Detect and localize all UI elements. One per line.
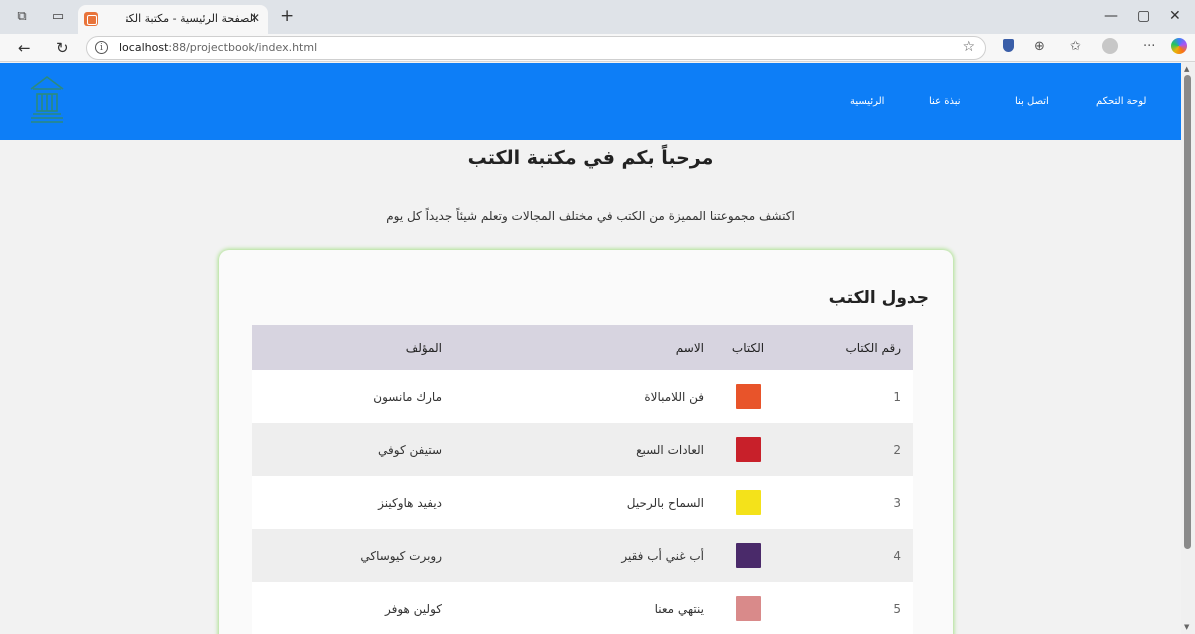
scrollbar-thumb[interactable] bbox=[1184, 75, 1191, 549]
browser-tab[interactable]: الصفحة الرئيسية - مكتبة الكتب ✕ bbox=[78, 5, 268, 34]
header-book: الكتاب bbox=[731, 340, 765, 355]
header-book-number: رقم الكتاب bbox=[845, 340, 901, 355]
table-body: 1 فن اللامبالاة مارك مانسون 2 العادات السبع س… bbox=[252, 370, 913, 634]
book-cover-cell bbox=[718, 476, 778, 529]
tab-actions-icon[interactable]: ▭ bbox=[50, 9, 66, 25]
copilot-icon[interactable] bbox=[1171, 38, 1187, 54]
book-cover-image[interactable] bbox=[735, 490, 761, 515]
header-author: المؤلف bbox=[405, 340, 442, 355]
book-cover-cell bbox=[718, 582, 778, 634]
book-author-cell: روبرت كيوساكي bbox=[360, 548, 442, 563]
page-viewport: لوحة التحكم اتصل بنا نبذة عنا الرئيسية م… bbox=[0, 63, 1181, 634]
book-name-cell: فن اللامبالاة bbox=[644, 389, 704, 404]
profile-avatar[interactable] bbox=[1102, 38, 1118, 54]
library-logo-icon[interactable] bbox=[28, 73, 66, 127]
table-title: جدول الكتب bbox=[828, 288, 929, 308]
book-cover-cell bbox=[718, 529, 778, 582]
book-number-cell: 4 bbox=[893, 548, 901, 563]
favorites-list-icon[interactable]: ✩ bbox=[1070, 39, 1081, 54]
book-author-cell: مارك مانسون bbox=[373, 389, 442, 404]
tab-title: الصفحة الرئيسية - مكتبة الكتب bbox=[126, 12, 256, 25]
book-number-cell: 3 bbox=[893, 495, 901, 510]
book-number-cell: 2 bbox=[893, 442, 901, 457]
refresh-icon[interactable]: ↻ bbox=[56, 39, 69, 57]
close-tab-icon[interactable]: ✕ bbox=[250, 11, 260, 25]
table-header-row: رقم الكتاب الكتاب الاسم المؤلف bbox=[252, 325, 913, 370]
nav-link-dashboard[interactable]: لوحة التحكم bbox=[1096, 96, 1146, 107]
restore-icon[interactable]: ▢ bbox=[1137, 8, 1150, 24]
nav-link-home[interactable]: الرئيسية bbox=[850, 96, 884, 107]
table-row: 2 العادات السبع ستيفن كوفي bbox=[252, 423, 913, 476]
book-cover-image[interactable] bbox=[735, 543, 761, 568]
shield-icon[interactable] bbox=[1003, 39, 1014, 52]
book-author-cell: ديفيد هاوكينز bbox=[378, 495, 442, 510]
scroll-up-icon[interactable]: ▲ bbox=[1184, 65, 1189, 73]
site-navbar: لوحة التحكم اتصل بنا نبذة عنا الرئيسية bbox=[0, 63, 1181, 140]
site-info-icon[interactable]: i bbox=[95, 41, 108, 54]
book-number-cell: 5 bbox=[893, 601, 901, 616]
table-row: 1 فن اللامبالاة مارك مانسون bbox=[252, 370, 913, 423]
scroll-down-icon[interactable]: ▼ bbox=[1184, 623, 1189, 631]
header-name: الاسم bbox=[675, 340, 704, 355]
books-table: رقم الكتاب الكتاب الاسم المؤلف 1 فن اللام… bbox=[252, 325, 913, 634]
extensions-icon[interactable]: ⊕ bbox=[1034, 39, 1045, 54]
table-row: 4 أب غني أب فقير روبرت كيوساكي bbox=[252, 529, 913, 582]
book-name-cell: السماح بالرحيل bbox=[626, 495, 704, 510]
favicon-icon bbox=[84, 12, 98, 26]
book-author-cell: كولين هوفر bbox=[384, 601, 442, 616]
book-cover-cell bbox=[718, 370, 778, 423]
book-author-cell: ستيفن كوفي bbox=[378, 442, 442, 457]
browser-address-row: ← ↻ i localhost:88/projectbook/index.htm… bbox=[0, 34, 1195, 62]
minimize-icon[interactable]: — bbox=[1104, 8, 1118, 24]
page-subtitle: اكتشف مجموعتنا المميزة من الكتب في مختلف… bbox=[386, 209, 795, 223]
url-text[interactable]: localhost:88/projectbook/index.html bbox=[119, 41, 317, 54]
new-tab-icon[interactable]: + bbox=[280, 6, 294, 26]
book-cover-cell bbox=[718, 423, 778, 476]
book-cover-image[interactable] bbox=[735, 384, 761, 409]
favorite-star-icon[interactable]: ☆ bbox=[962, 39, 975, 55]
address-bar[interactable]: i localhost:88/projectbook/index.html ☆ bbox=[86, 36, 986, 60]
books-card: جدول الكتب رقم الكتاب الكتاب الاسم المؤل… bbox=[219, 250, 953, 634]
nav-link-contact[interactable]: اتصل بنا bbox=[1015, 96, 1049, 107]
book-name-cell: العادات السبع bbox=[636, 442, 704, 457]
nav-link-about[interactable]: نبذة عنا bbox=[929, 96, 961, 107]
book-cover-image[interactable] bbox=[735, 437, 761, 462]
book-name-cell: ينتهي معنا bbox=[654, 601, 704, 616]
page-scrollbar[interactable]: ▲ ▼ bbox=[1181, 63, 1195, 634]
more-menu-icon[interactable]: ··· bbox=[1143, 39, 1155, 54]
table-row: 5 ينتهي معنا كولين هوفر bbox=[252, 582, 913, 634]
page-title: مرحباً بكم في مكتبة الكتب bbox=[467, 147, 714, 169]
workspaces-icon[interactable]: ⧉ bbox=[14, 9, 30, 25]
book-cover-image[interactable] bbox=[735, 596, 761, 621]
table-row: 3 السماح بالرحيل ديفيد هاوكينز bbox=[252, 476, 913, 529]
browser-tab-bar: ⧉ ▭ الصفحة الرئيسية - مكتبة الكتب ✕ + — … bbox=[0, 0, 1195, 34]
book-name-cell: أب غني أب فقير bbox=[621, 548, 704, 563]
back-icon[interactable]: ← bbox=[18, 39, 31, 57]
book-number-cell: 1 bbox=[893, 389, 901, 404]
close-window-icon[interactable]: ✕ bbox=[1169, 8, 1181, 24]
